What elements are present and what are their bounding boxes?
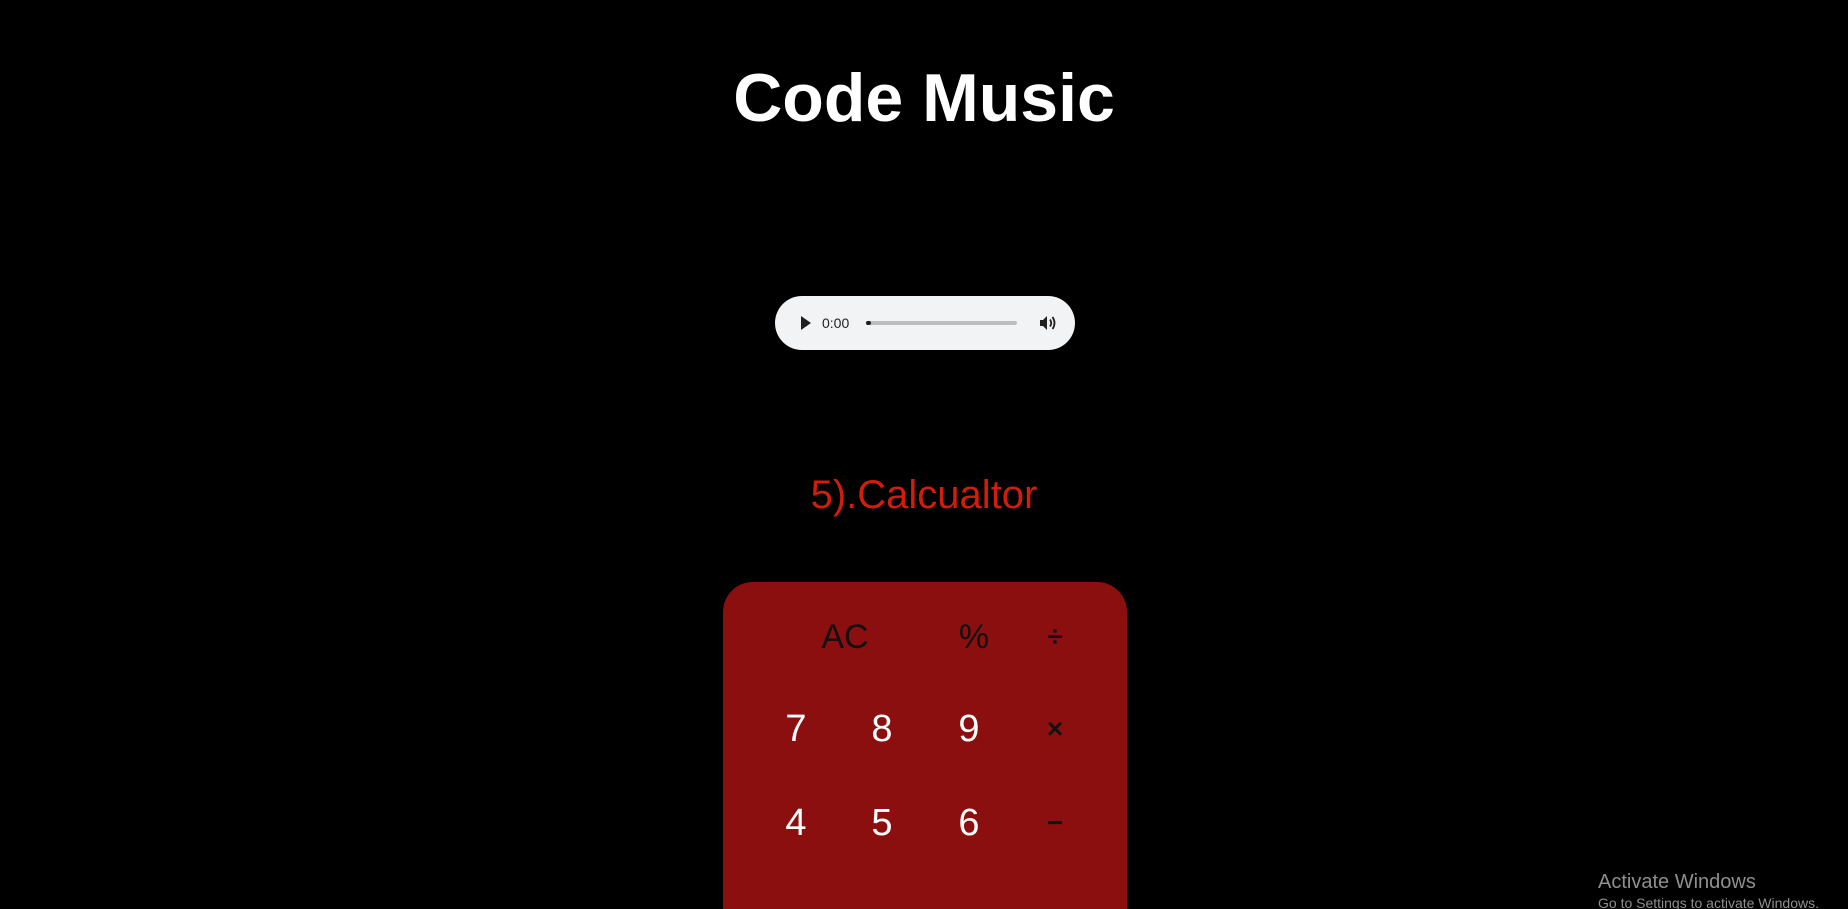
percent-button[interactable]: % (934, 602, 1014, 672)
page-title: Code Music (733, 60, 1115, 136)
divide-button[interactable]: ÷ (1015, 602, 1095, 672)
subtract-button[interactable]: − (1015, 788, 1095, 858)
digit-9-button[interactable]: 9 (929, 694, 1009, 764)
watermark-title: Activate Windows (1598, 871, 1756, 893)
audio-progress-bar[interactable] (866, 321, 1017, 325)
watermark-subtitle: Go to Settings to activate Windows. (1598, 895, 1819, 909)
digit-8-button[interactable]: 8 (842, 694, 922, 764)
volume-icon[interactable] (1037, 312, 1059, 334)
digit-5-button[interactable]: 5 (842, 788, 922, 858)
clear-button[interactable]: AC (805, 602, 885, 672)
digit-4-button[interactable]: 4 (756, 788, 836, 858)
multiply-button[interactable]: × (1015, 694, 1095, 764)
audio-current-time: 0:00 (822, 315, 850, 331)
calculator-panel: AC% ÷ 7 8 9 × 4 5 6− (723, 582, 1127, 909)
audio-player[interactable]: 0:00 (775, 296, 1075, 350)
activate-windows-watermark: Activate Windows Go to Settings to activ… (1598, 870, 1819, 909)
audio-progress-fill (866, 321, 871, 325)
digit-7-button[interactable]: 7 (756, 694, 836, 764)
digit-6-button[interactable]: 6 (929, 788, 1009, 858)
play-icon[interactable] (795, 312, 817, 334)
section-heading: 5).Calcualtor (810, 473, 1038, 517)
